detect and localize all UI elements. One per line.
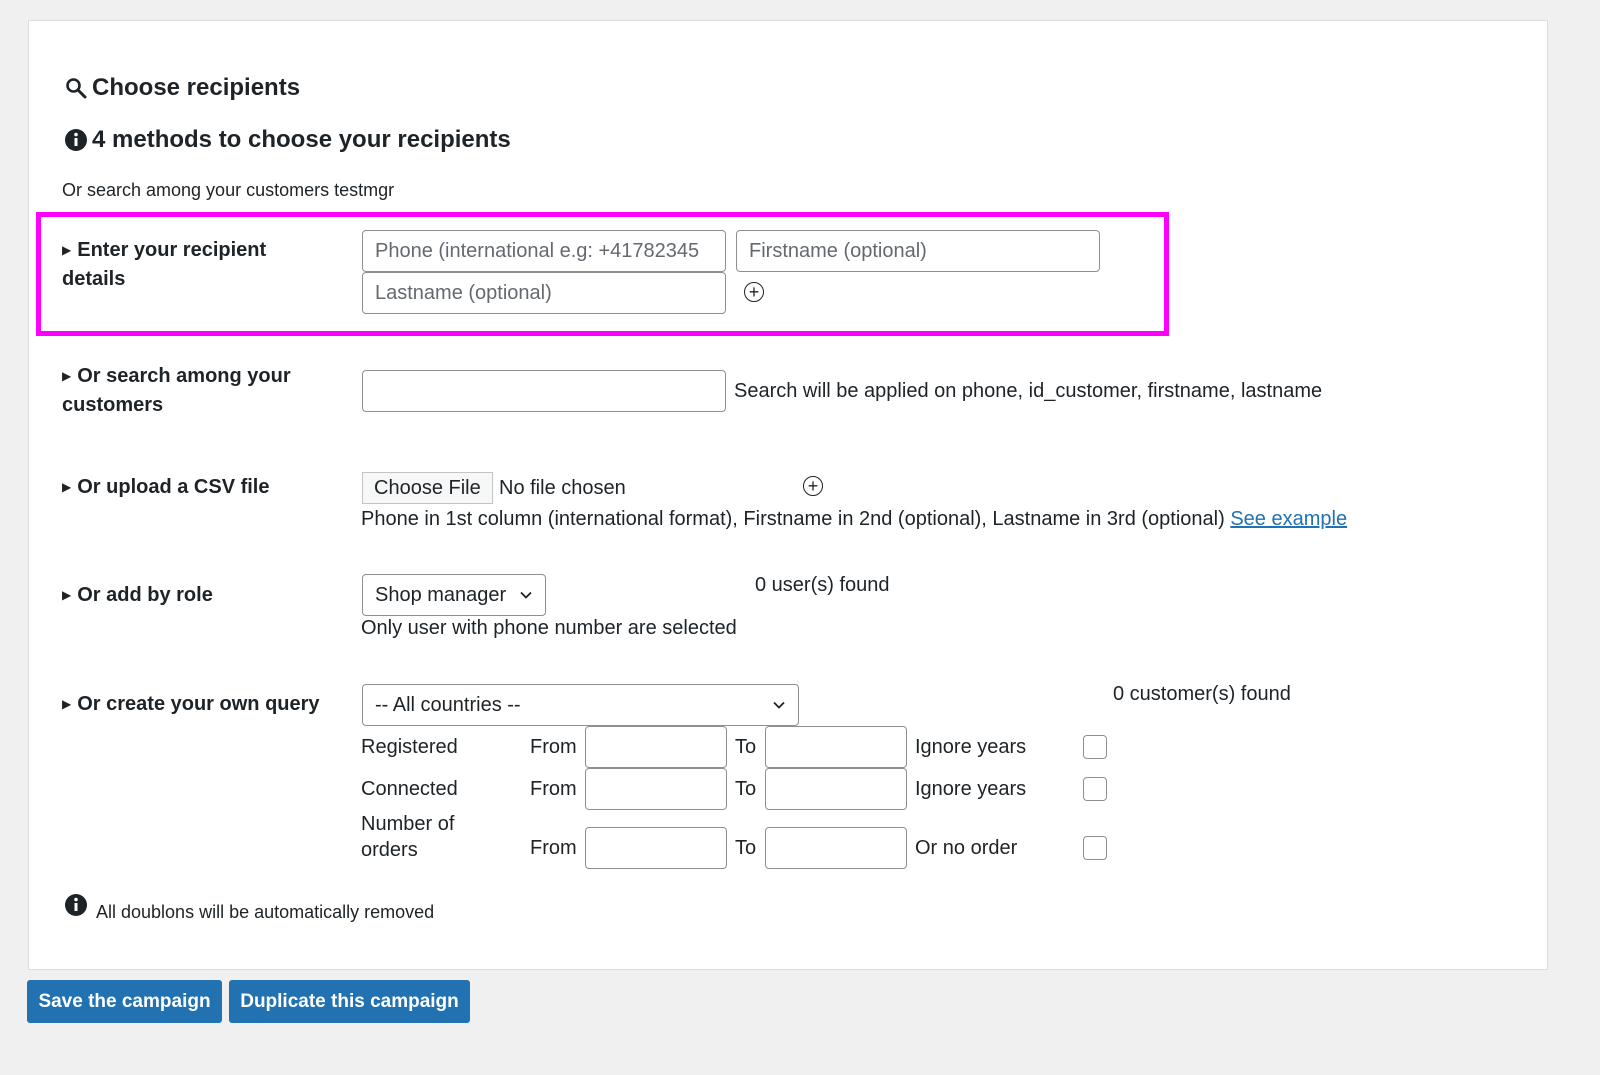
triangle-right-icon: ▶ bbox=[62, 243, 72, 257]
search-customers-label: ▶ Or search among your customers bbox=[62, 365, 291, 416]
no-order-checkbox[interactable] bbox=[1083, 836, 1107, 860]
methods-heading: 4 methods to choose your recipients bbox=[64, 126, 511, 154]
info-icon bbox=[65, 129, 87, 151]
duplicate-campaign-button[interactable]: Duplicate this campaign bbox=[229, 980, 470, 1023]
manual-entry-label: ▶ Enter your recipient details bbox=[62, 239, 267, 290]
country-select[interactable]: -- All countries -- bbox=[362, 684, 799, 726]
search-icon bbox=[66, 78, 87, 99]
save-campaign-button[interactable]: Save the campaign bbox=[27, 980, 222, 1023]
customers-found-count: 0 customer(s) found bbox=[1113, 683, 1291, 705]
orders-from-input[interactable] bbox=[585, 827, 727, 869]
registered-ignore-years-checkbox[interactable] bbox=[1083, 735, 1107, 759]
lastname-input[interactable] bbox=[362, 272, 726, 314]
triangle-right-icon: ▶ bbox=[62, 697, 72, 711]
connected-ignore-years-label: Ignore years bbox=[915, 778, 1027, 800]
doublons-note: All doublons will be automatically remov… bbox=[64, 893, 434, 922]
registered-label: Registered bbox=[361, 736, 458, 758]
csv-upload-label: ▶ Or upload a CSV file bbox=[62, 476, 270, 498]
no-file-chosen-text: No file chosen bbox=[499, 477, 626, 499]
section-title: Choose recipients bbox=[92, 74, 301, 101]
orders-from-label: From bbox=[530, 837, 577, 859]
add-recipient-icon[interactable]: + bbox=[744, 282, 764, 302]
registered-from-input[interactable] bbox=[585, 726, 727, 768]
connected-from-input[interactable] bbox=[585, 768, 727, 810]
connected-ignore-years-checkbox[interactable] bbox=[1083, 777, 1107, 801]
orders-to-input[interactable] bbox=[765, 827, 907, 869]
firstname-input[interactable] bbox=[736, 230, 1100, 272]
choose-file-button[interactable]: Choose File bbox=[362, 472, 493, 504]
custom-query-label: ▶ Or create your own query bbox=[62, 693, 320, 715]
triangle-right-icon: ▶ bbox=[62, 369, 72, 383]
chevron-down-icon bbox=[773, 701, 785, 709]
triangle-right-icon: ▶ bbox=[62, 588, 72, 602]
orders-to-label: To bbox=[735, 837, 757, 859]
see-example-link[interactable]: See example bbox=[1230, 508, 1347, 530]
methods-title: 4 methods to choose your recipients bbox=[92, 126, 511, 153]
add-csv-icon[interactable]: + bbox=[803, 476, 823, 496]
role-selected-value: Shop manager bbox=[375, 583, 507, 606]
chevron-down-icon bbox=[520, 591, 532, 599]
users-found-count: 0 user(s) found bbox=[755, 574, 890, 596]
csv-hint: Phone in 1st column (international forma… bbox=[361, 508, 1348, 530]
triangle-right-icon: ▶ bbox=[62, 480, 72, 494]
role-select[interactable]: Shop manager bbox=[362, 574, 546, 616]
orders-label: Number of orders bbox=[361, 813, 455, 861]
connected-to-input[interactable] bbox=[765, 768, 907, 810]
info-icon bbox=[65, 894, 87, 916]
registered-to-input[interactable] bbox=[765, 726, 907, 768]
connected-from-label: From bbox=[530, 778, 577, 800]
role-label: ▶ Or add by role bbox=[62, 584, 213, 606]
registered-ignore-years-label: Ignore years bbox=[915, 736, 1027, 758]
connected-to-label: To bbox=[735, 778, 757, 800]
customer-search-input[interactable] bbox=[362, 370, 726, 412]
phone-input[interactable] bbox=[362, 230, 726, 272]
doublons-note-text: All doublons will be automatically remov… bbox=[96, 902, 435, 922]
no-order-label: Or no order bbox=[915, 837, 1018, 859]
connected-label: Connected bbox=[361, 778, 458, 800]
role-hint: Only user with phone number are selected bbox=[361, 617, 737, 639]
search-hint: Search will be applied on phone, id_cust… bbox=[734, 380, 1323, 402]
choose-recipients-heading: Choose recipients bbox=[64, 74, 300, 102]
intro-text: Or search among your customers testmgr bbox=[62, 180, 395, 200]
registered-from-label: From bbox=[530, 736, 577, 758]
country-selected-value: -- All countries -- bbox=[375, 693, 521, 716]
registered-to-label: To bbox=[735, 736, 757, 758]
